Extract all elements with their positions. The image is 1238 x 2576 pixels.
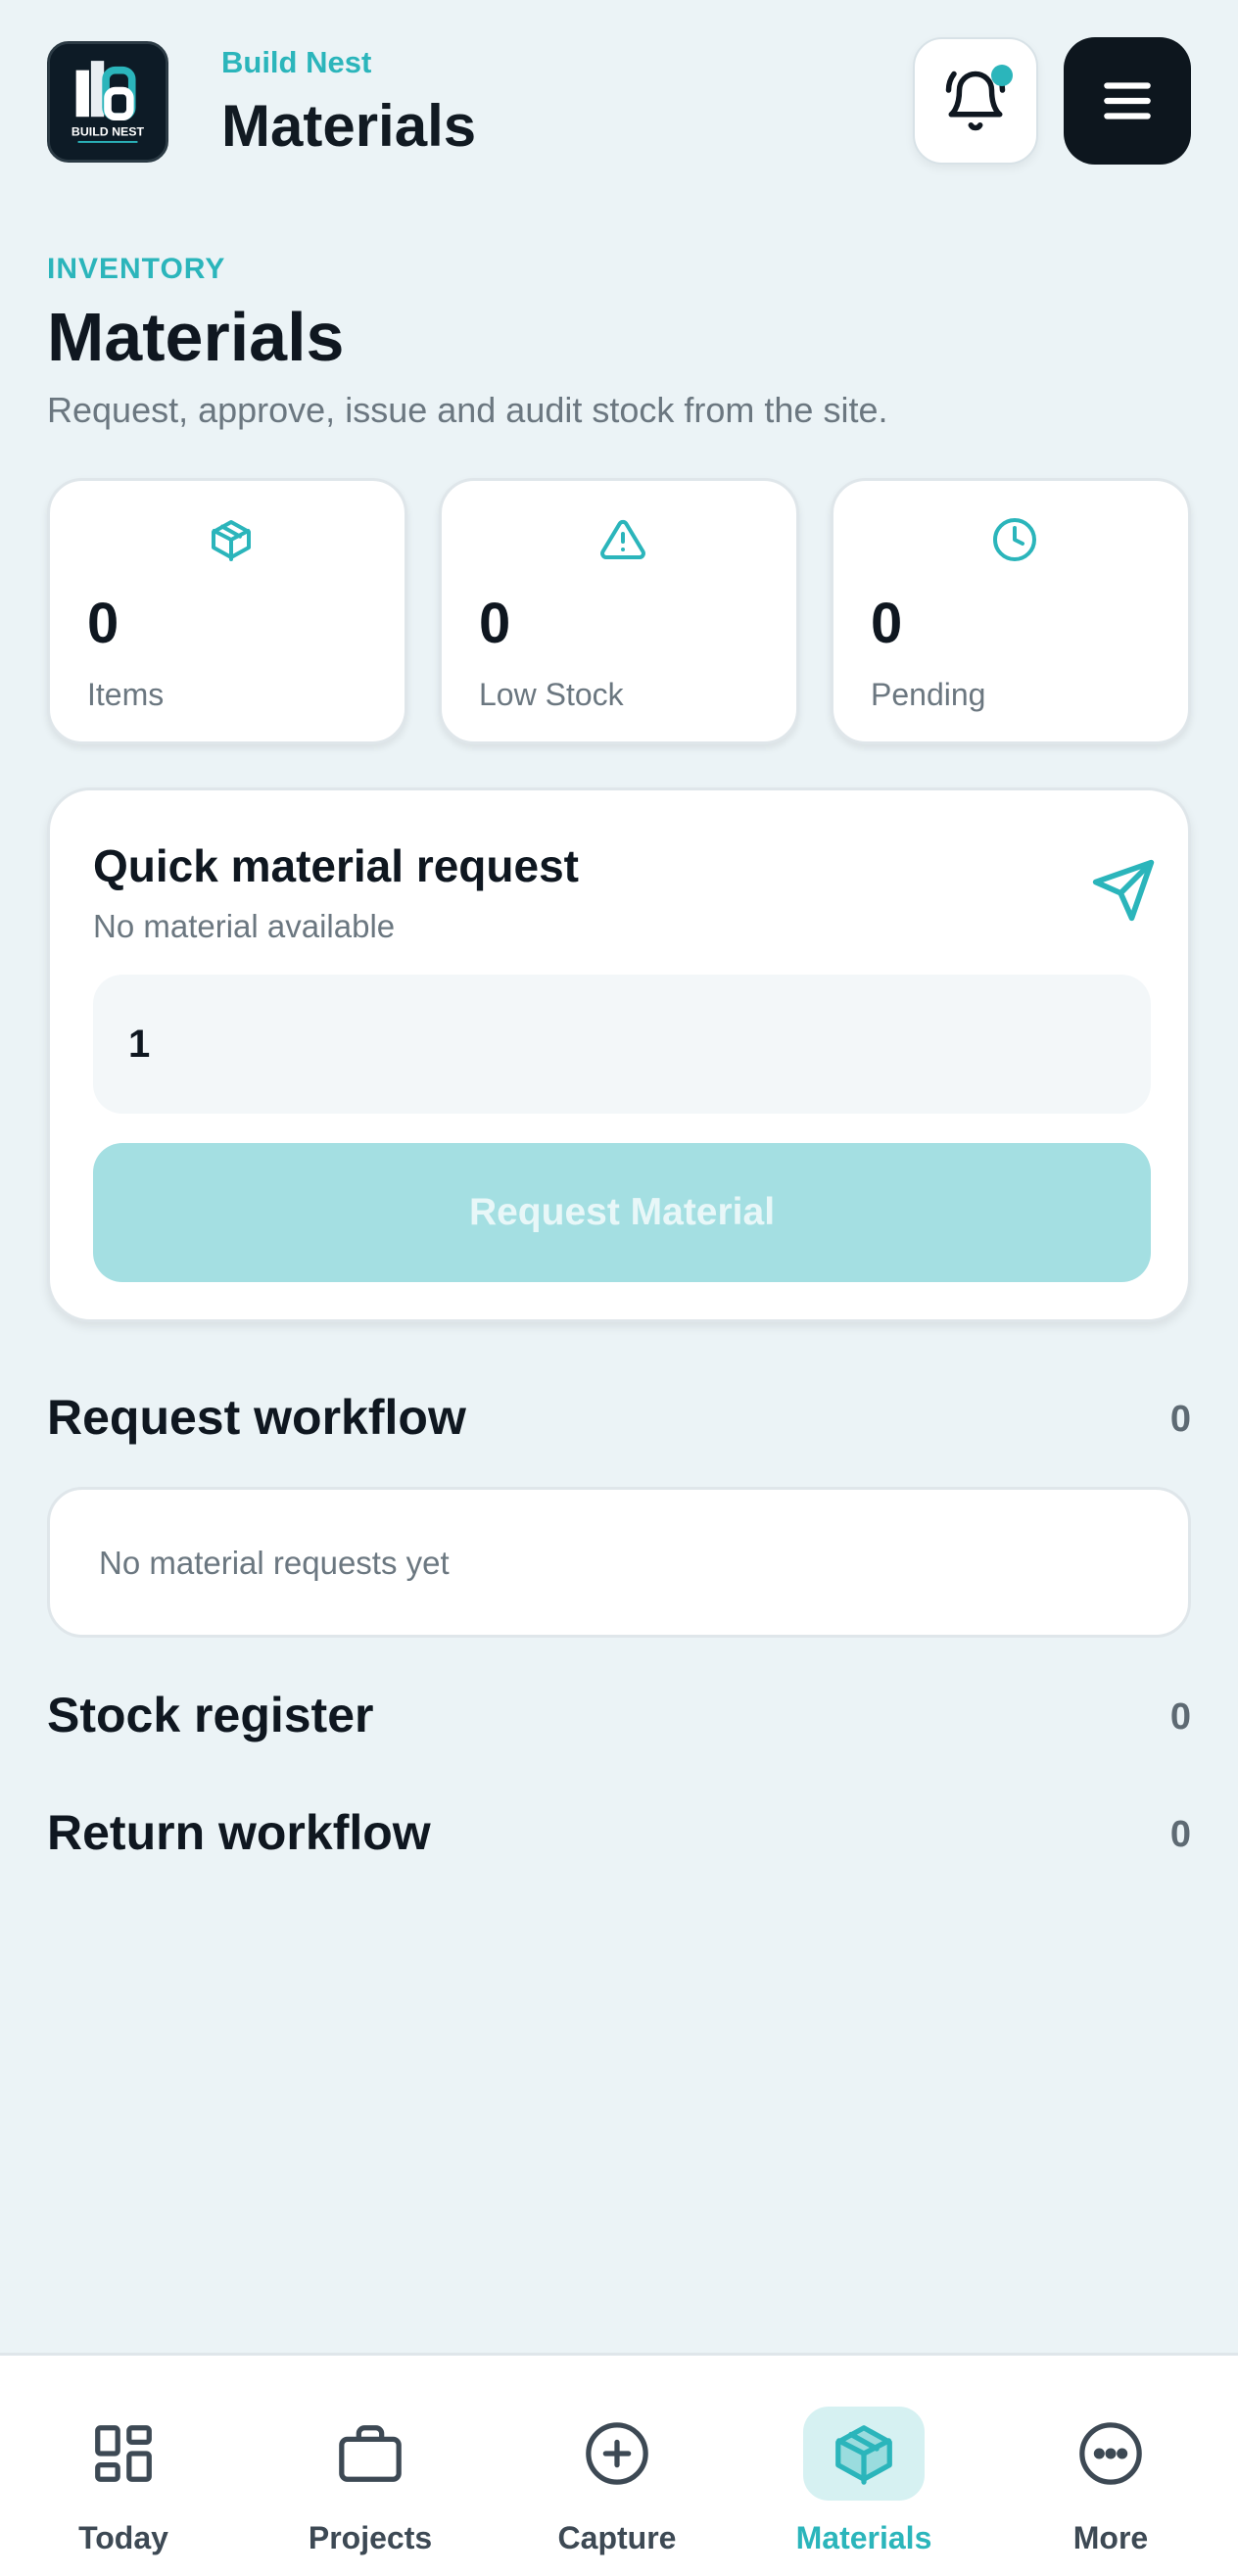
nav-item-materials[interactable]: Materials <box>740 2356 987 2576</box>
empty-state-text: No material requests yet <box>99 1545 450 1581</box>
stock-register-title[interactable]: Stock register <box>47 1687 373 1743</box>
nav-icon-wrap <box>803 2407 925 2501</box>
page-title: Materials <box>47 299 345 375</box>
stat-card-pending[interactable]: 0 Pending <box>831 478 1191 744</box>
send-icon[interactable] <box>1090 857 1157 924</box>
hamburger-menu-icon <box>1104 82 1151 119</box>
stat-label: Pending <box>871 677 986 712</box>
notification-badge-dot <box>991 65 1013 86</box>
quick-request-title: Quick material request <box>93 840 579 891</box>
briefcase-icon <box>339 2425 402 2482</box>
nav-label: Capture <box>557 2520 677 2555</box>
nav-item-more[interactable]: More <box>987 2356 1234 2576</box>
more-icon <box>1079 2422 1142 2485</box>
nav-icon-wrap <box>63 2407 184 2501</box>
header-title: Materials <box>221 93 477 159</box>
request-workflow-count: 0 <box>1169 1399 1191 1440</box>
stat-value: 0 <box>479 592 511 655</box>
clock-icon <box>993 518 1036 561</box>
nav-icon-wrap <box>556 2407 678 2501</box>
request-material-button[interactable]: Request Material <box>93 1143 1151 1282</box>
return-workflow-count: 0 <box>1169 1814 1191 1855</box>
warning-icon <box>600 519 645 559</box>
page-subtitle: Request, approve, issue and audit stock … <box>47 390 888 430</box>
stat-value: 0 <box>87 592 119 655</box>
stat-card-items[interactable]: 0 Items <box>47 478 407 744</box>
box-icon <box>835 2425 892 2485</box>
nav-item-capture[interactable]: Capture <box>494 2356 740 2576</box>
nav-label: More <box>1072 2520 1149 2555</box>
quick-request-card: Quick material request No material avail… <box>47 787 1191 1322</box>
stat-card-low-stock[interactable]: 0 Low Stock <box>439 478 799 744</box>
nav-label: Today <box>78 2520 168 2555</box>
nav-icon-wrap <box>310 2407 431 2501</box>
nav-label: Projects <box>308 2520 433 2555</box>
plus-circle-icon <box>586 2422 648 2485</box>
quantity-input[interactable]: 1 <box>93 975 1151 1114</box>
app-header: BUILD NEST Build Nest Materials <box>0 0 1238 215</box>
box-icon <box>212 520 251 561</box>
nav-icon-wrap <box>1050 2407 1171 2501</box>
build-nest-logo[interactable]: BUILD NEST <box>47 41 168 163</box>
stock-register-count: 0 <box>1169 1696 1191 1738</box>
stat-label: Low Stock <box>479 677 624 712</box>
logo-graphic: BUILD NEST <box>50 44 166 160</box>
notifications-button[interactable] <box>913 37 1038 165</box>
brand-name: Build Nest <box>221 45 372 79</box>
bottom-navigation: Today Projects Capture Materials More <box>0 2353 1238 2576</box>
nav-label: Materials <box>795 2520 932 2555</box>
request-workflow-title: Request workflow <box>47 1390 466 1445</box>
return-workflow-title[interactable]: Return workflow <box>47 1804 431 1861</box>
stat-label: Items <box>87 677 165 712</box>
menu-button[interactable] <box>1064 37 1191 165</box>
quick-request-subtitle: No material available <box>93 908 396 944</box>
dashboard-icon <box>95 2425 152 2482</box>
stat-value: 0 <box>871 592 903 655</box>
request-workflow-empty-state: No material requests yet <box>47 1487 1191 1638</box>
logo-text: BUILD NEST <box>71 124 145 138</box>
section-eyebrow: INVENTORY <box>47 253 226 285</box>
nav-item-projects[interactable]: Projects <box>247 2356 494 2576</box>
nav-item-today[interactable]: Today <box>0 2356 247 2576</box>
